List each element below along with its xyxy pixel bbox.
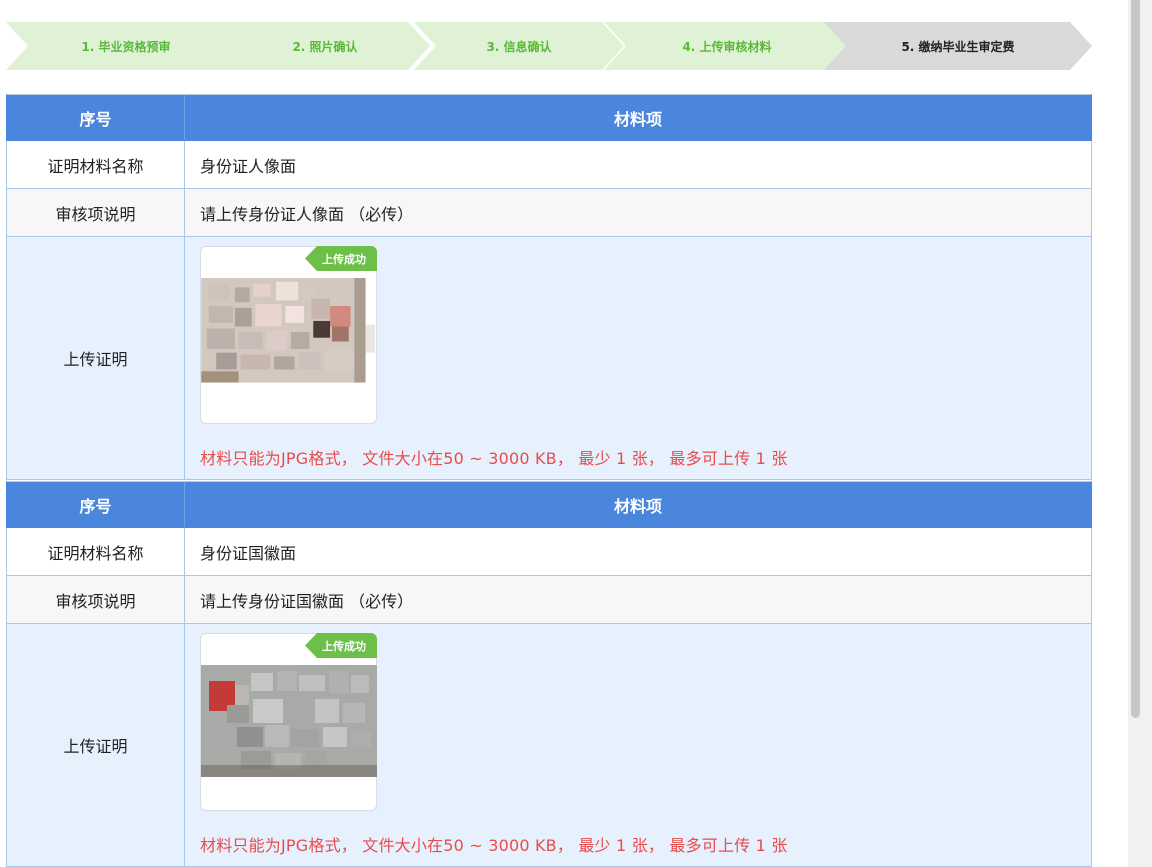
header-material: 材料项: [613, 109, 662, 129]
upload-label: 上传证明: [7, 237, 185, 479]
material-table-1: 序号 材料项 证明材料名称 身份证人像面 审核项说明 请上传身份证人像面 （必传…: [6, 94, 1092, 480]
header-index: 序号: [7, 482, 185, 527]
review-desc-label: 审核项说明: [7, 189, 185, 236]
step-label: 4. 上传审核材料: [682, 39, 772, 54]
material-name-value: 身份证人像面: [200, 156, 297, 176]
material-name-value: 身份证国徽面: [200, 543, 297, 563]
review-desc-label: 审核项说明: [7, 576, 185, 623]
material-name-row: 证明材料名称 身份证国徽面: [6, 528, 1092, 576]
table-header-row: 序号 材料项: [6, 94, 1092, 141]
upload-success-badge: 上传成功: [305, 246, 377, 271]
upload-requirements-hint: 材料只能为JPG格式， 文件大小在50 ~ 3000 KB， 最少 1 张， 最…: [200, 836, 788, 855]
review-desc-row: 审核项说明 请上传身份证人像面 （必传）: [6, 189, 1092, 237]
uploaded-image-thumbnail[interactable]: 上传成功: [200, 246, 377, 424]
step-label: 2. 照片确认: [292, 39, 358, 54]
step-4: 4. 上传审核材料: [604, 22, 850, 70]
upload-requirements-hint: 材料只能为JPG格式， 文件大小在50 ~ 3000 KB， 最少 1 张， 最…: [200, 449, 788, 468]
upload-area: 上传成功 材料只能为JPG格式， 文件大小在50 ~ 3000 KB， 最少 1…: [185, 237, 1091, 479]
material-name-row: 证明材料名称 身份证人像面: [6, 141, 1092, 189]
step-1: 1. 毕业资格预审: [6, 22, 246, 70]
id-card-front-image: [201, 278, 375, 383]
step-label: 3. 信息确认: [486, 39, 552, 54]
step-label: 1. 毕业资格预审: [81, 39, 171, 54]
review-desc-row: 审核项说明 请上传身份证国徽面 （必传）: [6, 576, 1092, 624]
step-2: 2. 照片确认: [220, 22, 430, 70]
upload-row: 上传证明 上传成功 材料只能为JPG格式， 文件大小在50 ~ 3000 KB，…: [6, 624, 1092, 867]
uploaded-image-thumbnail[interactable]: 上传成功: [200, 633, 377, 811]
header-material: 材料项: [613, 496, 662, 516]
header-index: 序号: [7, 95, 185, 140]
upload-area: 上传成功 材料只能为JPG格式， 文件大小在50 ~ 3000 KB， 最少 1…: [185, 624, 1091, 866]
upload-success-badge: 上传成功: [305, 633, 377, 658]
upload-label: 上传证明: [7, 624, 185, 866]
step-3: 3. 信息确认: [414, 22, 624, 70]
review-desc-value: 请上传身份证人像面 （必传）: [200, 204, 414, 224]
upload-row: 上传证明 上传成功 材料只能为JPG格式， 文件大小在50 ~ 3000 KB，…: [6, 237, 1092, 480]
step-5: 5. 缴纳毕业生审定费: [824, 22, 1092, 70]
table-header-row: 序号 材料项: [6, 481, 1092, 528]
material-name-label: 证明材料名称: [7, 141, 185, 188]
page-scrollbar[interactable]: [1128, 0, 1152, 867]
material-name-label: 证明材料名称: [7, 528, 185, 575]
step-label: 5. 缴纳毕业生审定费: [901, 39, 1015, 54]
material-table-2: 序号 材料项 证明材料名称 身份证国徽面 审核项说明 请上传身份证国徽面 （必传…: [6, 481, 1092, 867]
scrollbar-thumb[interactable]: [1131, 0, 1140, 718]
progress-steps: 1. 毕业资格预审 2. 照片确认 3. 信息确认 4. 上传审核材料 5. 缴…: [6, 22, 1092, 70]
id-card-back-image: [201, 665, 377, 777]
review-desc-value: 请上传身份证国徽面 （必传）: [200, 591, 414, 611]
